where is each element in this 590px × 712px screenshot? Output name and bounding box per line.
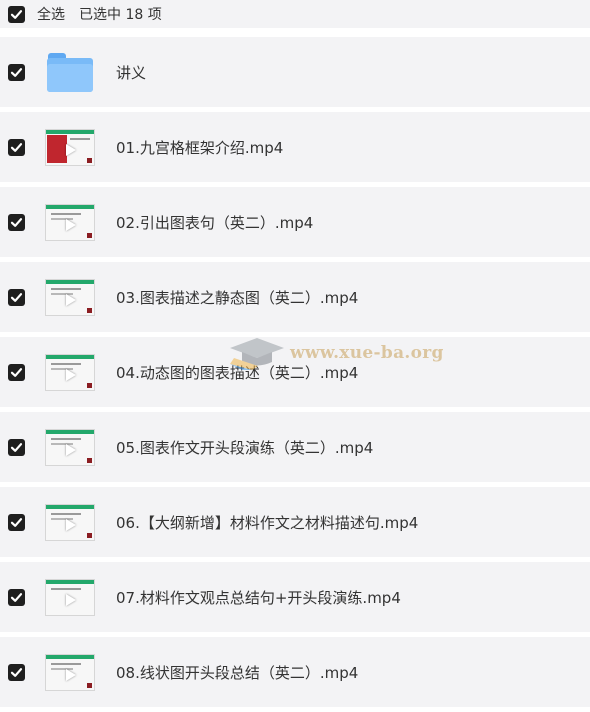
item-checkbox[interactable] bbox=[8, 363, 25, 381]
video-thumbnail bbox=[45, 203, 95, 241]
file-name[interactable]: 01.九宫格框架介绍.mp4 bbox=[116, 137, 283, 158]
file-name[interactable]: 08.线状图开头段总结（英二）.mp4 bbox=[116, 662, 358, 683]
checkmark-icon bbox=[10, 442, 23, 452]
list-item-video[interactable]: 07.材料作文观点总结句+开头段演练.mp4 bbox=[0, 562, 590, 632]
list-item-video[interactable]: 02.引出图表句（英二）.mp4 bbox=[0, 187, 590, 257]
item-checkbox[interactable] bbox=[8, 213, 25, 231]
file-name[interactable]: 04.动态图的图表描述（英二）.mp4 bbox=[116, 362, 358, 383]
selected-count-text: 已选中 18 项 bbox=[79, 7, 162, 23]
list-item-video[interactable]: 01.九宫格框架介绍.mp4 bbox=[0, 112, 590, 182]
file-list: 讲义 01.九宫格框架介绍.mp4 02.引出图表句（英二）.mp4 03.图表… bbox=[0, 37, 590, 712]
folder-icon bbox=[45, 53, 95, 92]
file-name[interactable]: 07.材料作文观点总结句+开头段演练.mp4 bbox=[116, 587, 401, 608]
select-all-checkbox[interactable] bbox=[8, 5, 25, 23]
file-name[interactable]: 06.【大纲新增】材料作文之材料描述句.mp4 bbox=[116, 512, 418, 533]
video-thumbnail bbox=[45, 428, 95, 466]
select-all-label[interactable]: 全选 bbox=[37, 4, 65, 24]
checkmark-icon bbox=[10, 292, 23, 302]
list-item-video[interactable]: 06.【大纲新增】材料作文之材料描述句.mp4 bbox=[0, 487, 590, 557]
selection-toolbar: 全选 已选中 18 项 bbox=[0, 0, 590, 28]
video-thumbnail bbox=[45, 278, 95, 316]
video-thumbnail bbox=[45, 128, 95, 166]
checkmark-icon bbox=[10, 142, 23, 152]
checkmark-icon bbox=[10, 9, 23, 19]
file-name[interactable]: 03.图表描述之静态图（英二）.mp4 bbox=[116, 287, 358, 308]
item-checkbox[interactable] bbox=[8, 288, 25, 306]
item-checkbox[interactable] bbox=[8, 63, 25, 81]
file-name[interactable]: 02.引出图表句（英二）.mp4 bbox=[116, 212, 313, 233]
item-checkbox[interactable] bbox=[8, 588, 25, 606]
file-name[interactable]: 讲义 bbox=[116, 62, 146, 83]
video-thumbnail bbox=[45, 503, 95, 541]
checkmark-icon bbox=[10, 67, 23, 77]
list-item-video[interactable]: 08.线状图开头段总结（英二）.mp4 bbox=[0, 637, 590, 707]
list-item-video[interactable]: 05.图表作文开头段演练（英二）.mp4 bbox=[0, 412, 590, 482]
video-thumbnail bbox=[45, 353, 95, 391]
file-name[interactable]: 05.图表作文开头段演练（英二）.mp4 bbox=[116, 437, 373, 458]
checkmark-icon bbox=[10, 592, 23, 602]
checkmark-icon bbox=[10, 217, 23, 227]
list-item-video[interactable]: 03.图表描述之静态图（英二）.mp4 bbox=[0, 262, 590, 332]
list-item-video[interactable]: 04.动态图的图表描述（英二）.mp4 bbox=[0, 337, 590, 407]
video-thumbnail bbox=[45, 653, 95, 691]
item-checkbox[interactable] bbox=[8, 513, 25, 531]
item-checkbox[interactable] bbox=[8, 438, 25, 456]
checkmark-icon bbox=[10, 367, 23, 377]
checkmark-icon bbox=[10, 667, 23, 677]
list-item-folder[interactable]: 讲义 bbox=[0, 37, 590, 107]
checkmark-icon bbox=[10, 517, 23, 527]
video-thumbnail bbox=[45, 578, 95, 616]
item-checkbox[interactable] bbox=[8, 138, 25, 156]
item-checkbox[interactable] bbox=[8, 663, 25, 681]
